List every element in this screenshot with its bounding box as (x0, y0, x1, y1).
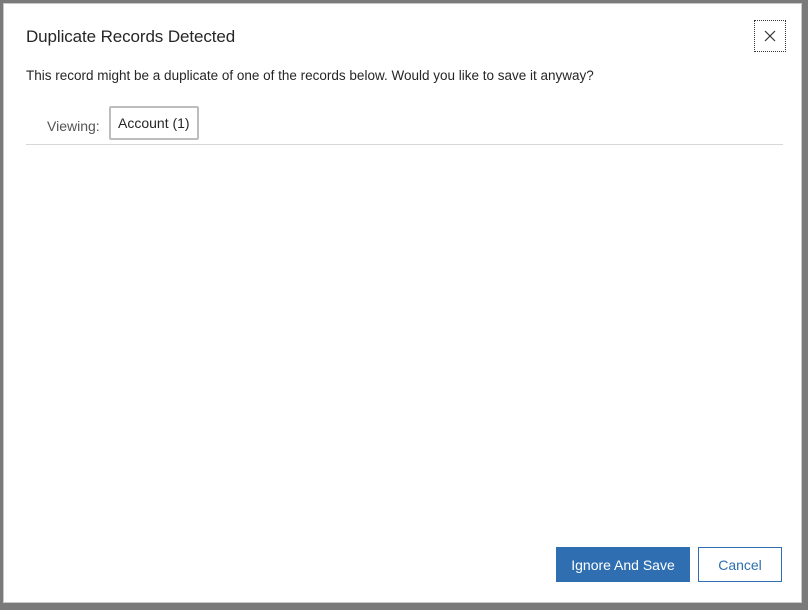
viewing-label: Viewing: (47, 118, 100, 134)
ignore-and-save-button[interactable]: Ignore And Save (556, 547, 690, 582)
close-button[interactable] (754, 20, 786, 52)
viewing-tab-bar: Viewing: Account (1) (26, 106, 783, 145)
tab-account[interactable]: Account (1) (109, 106, 199, 140)
dialog-title: Duplicate Records Detected (26, 27, 236, 46)
duplicate-records-dialog: Duplicate Records Detected This record m… (3, 3, 802, 603)
dialog-message: This record might be a duplicate of one … (26, 68, 594, 83)
cancel-button[interactable]: Cancel (698, 547, 782, 582)
tab-account-label: Account (1) (118, 115, 190, 131)
close-icon (764, 30, 776, 42)
